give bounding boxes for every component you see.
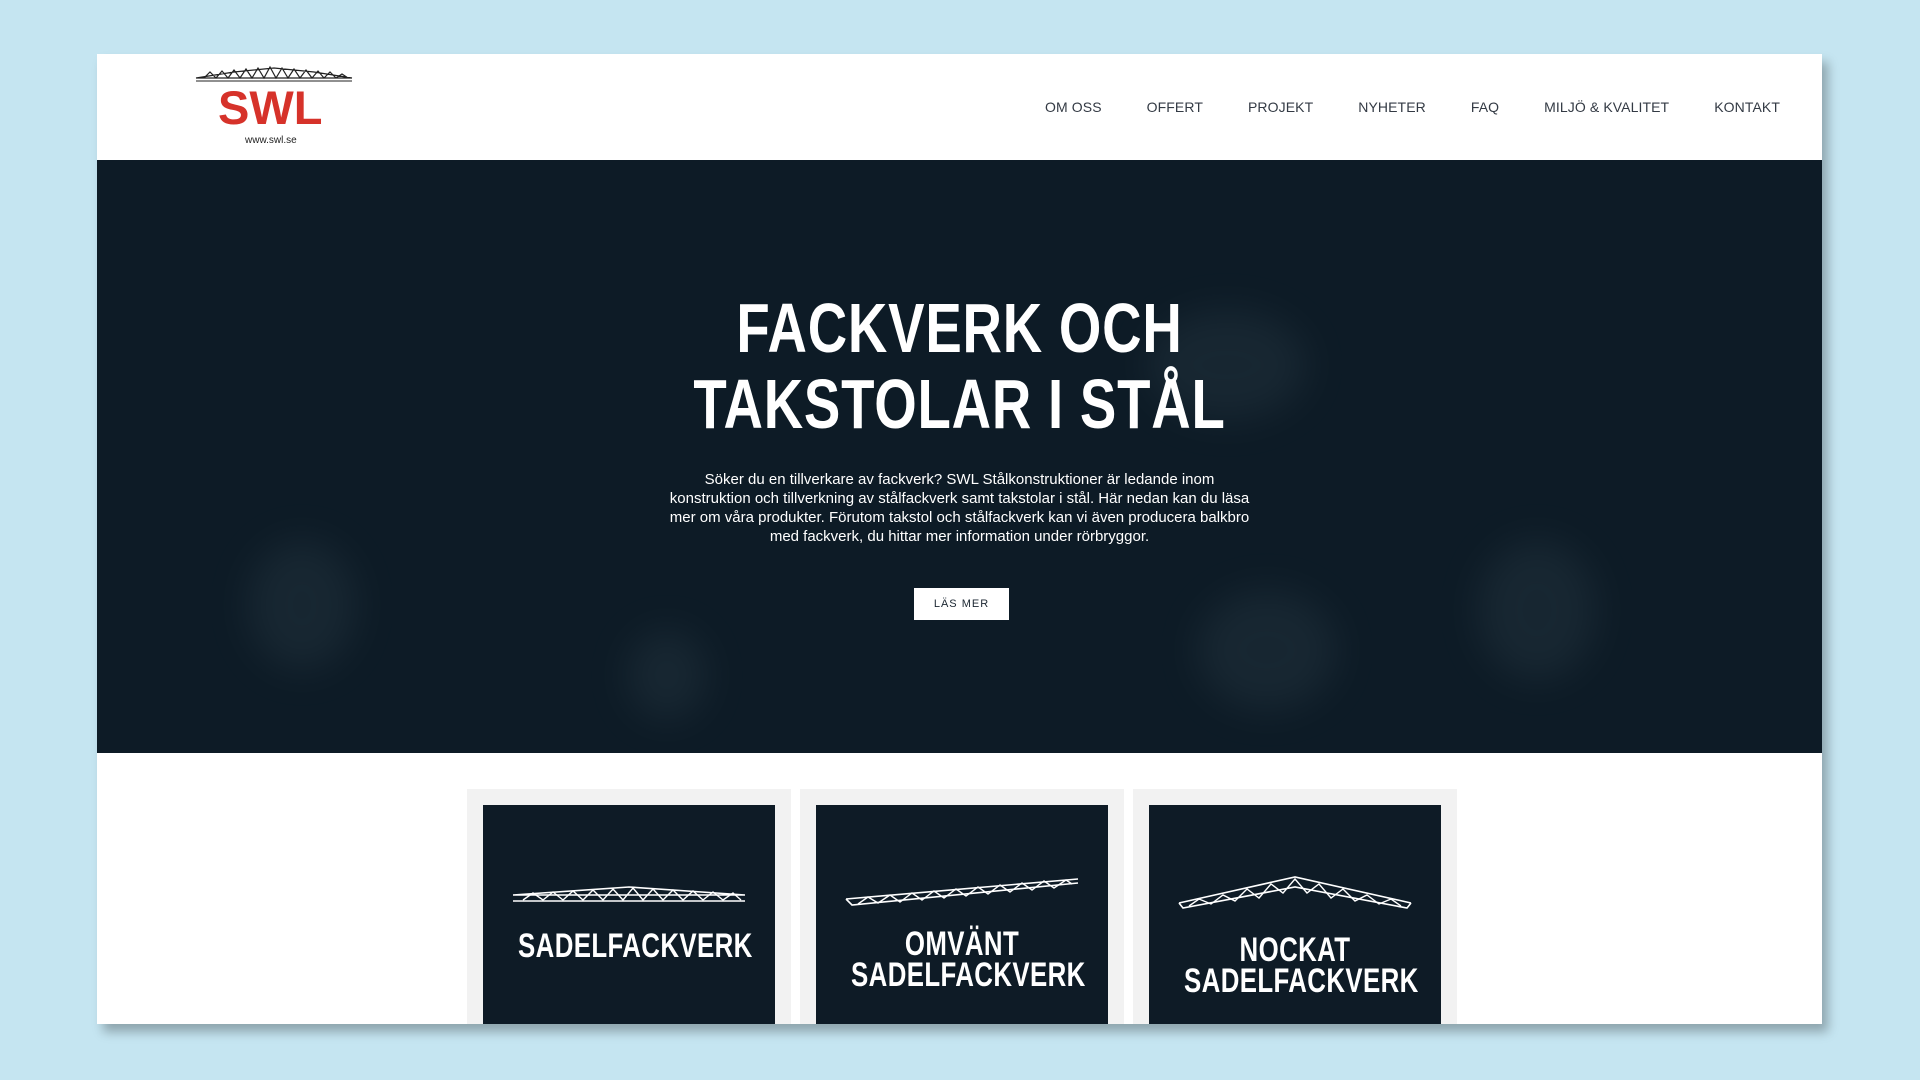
- hero-title-line-2: TAKSTOLAR I STÅL: [693, 365, 1226, 443]
- product-cards: SADELFACKVERK OMVÄNT SADELFACKVERK NOCKA…: [467, 789, 1457, 1024]
- logo-text: SWL: [218, 81, 323, 134]
- hero-bg-shape: [247, 540, 357, 670]
- card-sadelfackverk[interactable]: SADELFACKVERK: [467, 789, 791, 1024]
- hero-description: Söker du en tillverkare av fackverk? SWL…: [669, 471, 1250, 545]
- logo-url: www.swl.se: [245, 135, 297, 146]
- site-header: SWL www.swl.se OM OSS OFFERT PROJEKT NYH…: [97, 54, 1822, 160]
- saddle-truss-icon: [512, 886, 746, 902]
- hero-bg-shape: [1197, 590, 1337, 710]
- read-more-button[interactable]: LÄS MER: [914, 588, 1009, 620]
- ridged-saddle-truss-icon: [1178, 876, 1412, 909]
- nav-item-kontakt[interactable]: KONTAKT: [1714, 99, 1780, 115]
- card-panel: OMVÄNT SADELFACKVERK: [816, 805, 1108, 1024]
- nav-item-projekt[interactable]: PROJEKT: [1248, 99, 1313, 115]
- card-omvant-sadelfackverk[interactable]: OMVÄNT SADELFACKVERK: [800, 789, 1124, 1024]
- inverted-saddle-truss-icon: [845, 878, 1079, 906]
- hero-bg-shape: [1477, 540, 1597, 680]
- main-nav: OM OSS OFFERT PROJEKT NYHETER FAQ MILJÖ …: [1045, 54, 1780, 160]
- card-title: NOCKAT SADELFACKVERK: [1184, 931, 1419, 1000]
- hero-section: FACKVERK OCH TAKSTOLAR I STÅL Söker du e…: [97, 160, 1822, 753]
- nav-item-faq[interactable]: FAQ: [1471, 99, 1499, 115]
- nav-item-offert[interactable]: OFFERT: [1147, 99, 1203, 115]
- card-title: OMVÄNT SADELFACKVERK: [851, 925, 1086, 994]
- card-panel: NOCKAT SADELFACKVERK: [1149, 805, 1441, 1024]
- hero-title: FACKVERK OCH TAKSTOLAR I STÅL: [287, 290, 1633, 442]
- hero-bg-shape: [627, 630, 707, 720]
- card-nockat-sadelfackverk[interactable]: NOCKAT SADELFACKVERK: [1133, 789, 1457, 1024]
- browser-page: SWL www.swl.se OM OSS OFFERT PROJEKT NYH…: [97, 54, 1822, 1024]
- nav-item-miljo-kvalitet[interactable]: MILJÖ & KVALITET: [1544, 99, 1669, 115]
- hero-title-line-1: FACKVERK OCH: [736, 289, 1183, 367]
- site-logo[interactable]: SWL www.swl.se: [194, 64, 354, 150]
- nav-item-om-oss[interactable]: OM OSS: [1045, 99, 1102, 115]
- card-panel: SADELFACKVERK: [483, 805, 775, 1024]
- card-title: SADELFACKVERK: [518, 927, 753, 965]
- nav-item-nyheter[interactable]: NYHETER: [1358, 99, 1426, 115]
